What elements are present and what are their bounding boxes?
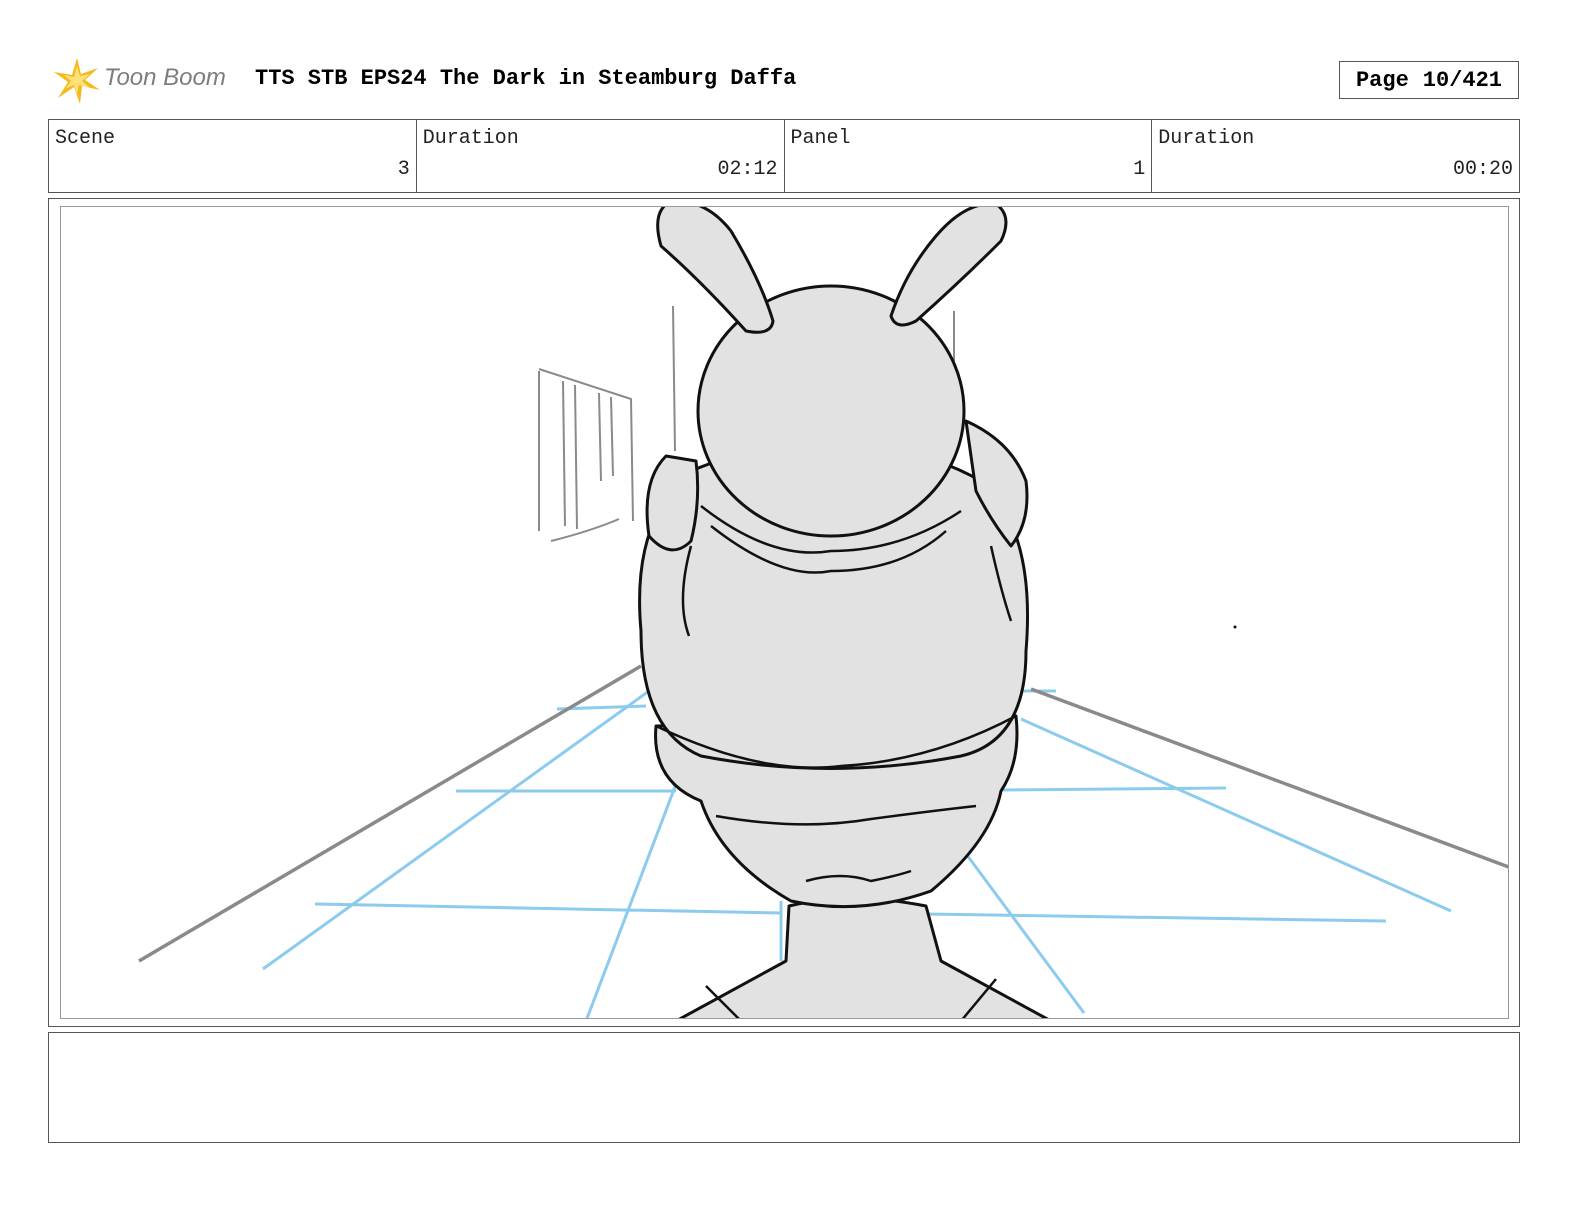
scene-duration-cell: Duration 02:12 [415, 120, 784, 192]
logo-wordmark: Toon Boom [104, 64, 226, 91]
page-indicator: Page 10/421 [1339, 61, 1519, 99]
panel-info-table: Scene 3 Duration 02:12 Panel 1 Duration … [48, 119, 1520, 193]
page-number: 10/421 [1422, 67, 1503, 93]
sketch-drawing [138, 207, 1508, 1018]
storyboard-drawing [60, 206, 1509, 1019]
scene-duration-label: Duration [422, 127, 519, 150]
stray-dot [1233, 625, 1237, 629]
document-title: TTS STB EPS24 The Dark in Steamburg Daff… [255, 66, 797, 91]
panel-duration-value: 00:20 [1452, 158, 1513, 181]
panel-notes-box [48, 1032, 1520, 1143]
panel-cell: Panel 1 [783, 120, 1152, 192]
panel-value: 1 [1133, 158, 1146, 181]
page-label: Page [1355, 67, 1409, 93]
scene-value: 3 [397, 158, 410, 181]
character-sketch [638, 207, 1049, 1018]
panel-label: Panel [790, 127, 851, 150]
scene-cell: Scene 3 [49, 120, 416, 192]
scene-duration-value: 02:12 [717, 158, 778, 181]
star-burst-icon [54, 58, 100, 104]
scene-label: Scene [55, 127, 116, 150]
panel-duration-cell: Duration 00:20 [1151, 120, 1519, 192]
toon-boom-logo: Toon Boom [52, 56, 242, 106]
panel-duration-label: Duration [1158, 127, 1255, 150]
